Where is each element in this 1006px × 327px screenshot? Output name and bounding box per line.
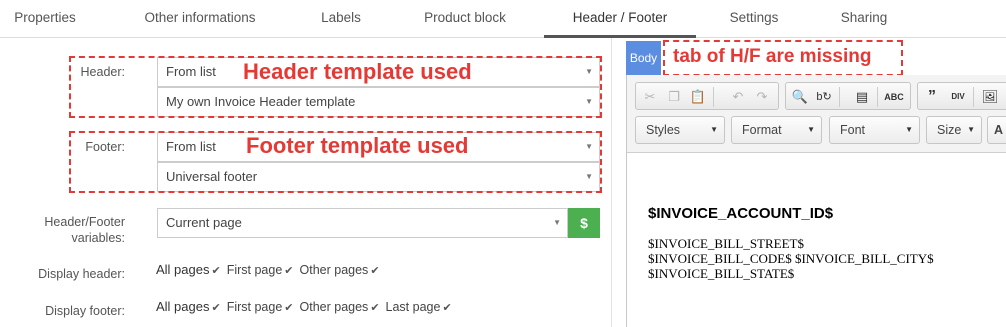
find-icon[interactable]: 🔍	[790, 87, 810, 107]
chevron-down-icon: ▼	[553, 218, 561, 227]
copy-icon[interactable]: ❐	[664, 87, 684, 107]
blockquote-icon[interactable]: ”	[922, 87, 942, 107]
font-combo[interactable]: Font ▼	[829, 116, 920, 144]
toolbar-separator	[973, 87, 974, 107]
chevron-down-icon: ▼	[967, 125, 975, 134]
check-icon[interactable]: ✔	[284, 302, 293, 314]
tab-product-block[interactable]: Product block	[410, 0, 520, 38]
spellcheck-icon[interactable]: ABC	[884, 87, 904, 107]
display-header-label: Display header:	[38, 267, 125, 281]
check-icon[interactable]: ✔	[370, 265, 379, 277]
display-header-all-pages[interactable]: All pages	[156, 262, 209, 277]
cut-icon[interactable]: ✂	[640, 87, 660, 107]
text-color-button[interactable]: A	[987, 116, 1006, 144]
check-icon[interactable]: ✔	[211, 302, 220, 314]
select-all-icon[interactable]: ▤	[852, 87, 872, 107]
header-annotation: Header template used	[243, 59, 472, 84]
redo-icon[interactable]: ↷	[752, 87, 772, 107]
check-icon[interactable]: ✔	[370, 302, 379, 314]
check-icon[interactable]: ✔	[442, 302, 451, 314]
check-icon[interactable]: ✔	[284, 265, 293, 277]
editing-group: 🔍 b↻ ▤ ABC	[785, 82, 911, 110]
display-footer-other-pages[interactable]: Other pages	[300, 300, 369, 314]
styles-combo[interactable]: Styles ▼	[635, 116, 725, 144]
editor-toolbar: ✂ ❐ 📋 ↶ ↷ 🔍 b↻ ▤ ABC ” DIV 🖼 Styles ▼ For…	[627, 75, 1006, 153]
display-footer-last-page[interactable]: Last page	[386, 300, 441, 314]
invoice-bill-state: $INVOICE_BILL_STATE$	[648, 266, 795, 281]
display-header-other-pages[interactable]: Other pages	[300, 263, 369, 277]
display-footer-first-page[interactable]: First page	[227, 300, 283, 314]
missing-tabs-annotation: tab of H/F are missing	[673, 46, 872, 67]
insert-group: ” DIV 🖼	[917, 82, 1006, 110]
check-icon[interactable]: ✔	[211, 265, 220, 277]
chevron-down-icon: ▼	[807, 125, 815, 134]
image-icon[interactable]: 🖼	[980, 87, 1000, 107]
tab-properties[interactable]: Properties	[0, 0, 90, 38]
display-header-options: All pages ✔ First page ✔ Other pages ✔	[156, 262, 386, 279]
clipboard-group: ✂ ❐ 📋 ↶ ↷	[635, 82, 779, 110]
insert-variable-button[interactable]: $	[568, 208, 600, 238]
variables-label: Header/Footer variables:	[44, 215, 125, 245]
toolbar-separator	[839, 87, 840, 107]
invoice-account-heading: $INVOICE_ACCOUNT_ID$	[648, 205, 834, 222]
invoice-bill-code-city: $INVOICE_BILL_CODE$ $INVOICE_BILL_CITY$	[648, 251, 934, 266]
display-footer-options: All pages ✔ First page ✔ Other pages ✔ Last pa…	[156, 299, 458, 316]
paste-icon[interactable]: 📋	[688, 87, 708, 107]
display-footer-label: Display footer:	[45, 304, 125, 318]
invoice-bill-street: $INVOICE_BILL_STREET$	[648, 236, 804, 251]
display-footer-all-pages[interactable]: All pages	[156, 299, 209, 314]
toolbar-separator	[877, 87, 878, 107]
chevron-down-icon: ▼	[905, 125, 913, 134]
div-container-icon[interactable]: DIV	[948, 87, 968, 107]
editor-content[interactable]: $INVOICE_ACCOUNT_ID$ $INVOICE_BILL_STREE…	[648, 205, 934, 281]
tab-other-informations[interactable]: Other informations	[120, 0, 280, 38]
tab-labels[interactable]: Labels	[306, 0, 376, 38]
undo-icon[interactable]: ↶	[728, 87, 748, 107]
tab-header-footer[interactable]: Header / Footer	[544, 0, 696, 38]
footer-annotation: Footer template used	[246, 133, 469, 158]
tab-bar: Properties Other informations Labels Pro…	[0, 0, 1006, 38]
replace-icon[interactable]: b↻	[814, 87, 834, 107]
panel-divider	[611, 38, 612, 327]
tab-sharing[interactable]: Sharing	[828, 0, 900, 38]
chevron-down-icon: ▼	[710, 125, 718, 134]
tab-settings[interactable]: Settings	[718, 0, 790, 38]
size-combo[interactable]: Size ▼	[926, 116, 982, 144]
variables-select[interactable]: Current page ▼	[157, 208, 568, 238]
format-combo[interactable]: Format ▼	[731, 116, 822, 144]
toolbar-separator	[713, 87, 714, 107]
tab-body[interactable]: Body	[626, 41, 661, 75]
display-header-first-page[interactable]: First page	[227, 263, 283, 277]
